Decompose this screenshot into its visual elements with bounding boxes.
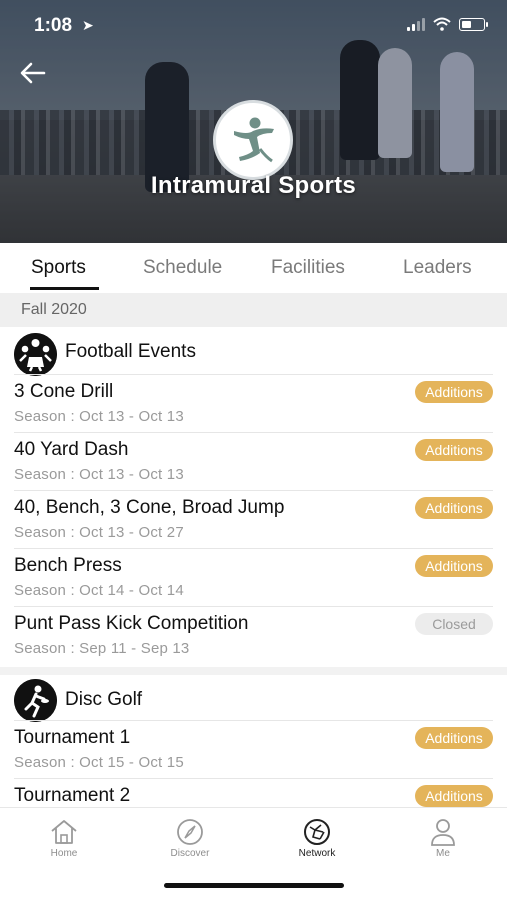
tab-facilities[interactable]: Facilities [271,257,345,279]
event-season: Season : Oct 13 - Oct 27 [14,524,184,541]
status-time: 1:08 [34,15,73,36]
compass-icon [177,819,203,845]
season-header: Fall 2020 [0,293,507,327]
location-arrow-icon: ➤ [82,17,94,33]
nav-label: Network [298,848,336,859]
sports-list: Football Events 3 Cone Drill Season : Oc… [0,327,507,807]
list-item[interactable]: Tournament 1 Season : Oct 15 - Oct 15 Ad… [0,721,507,779]
back-button[interactable] [18,58,52,90]
event-season: Season : Sep 11 - Sep 13 [14,640,190,657]
intramural-logo-icon [223,110,283,170]
nav-me[interactable]: Me [403,818,483,859]
event-name: 40, Bench, 3 Cone, Broad Jump [14,497,285,518]
event-season: Season : Oct 14 - Oct 14 [14,582,184,599]
status-badge[interactable]: Additions [415,381,493,403]
network-icon [304,819,330,845]
list-item[interactable]: Bench Press Season : Oct 14 - Oct 14 Add… [0,549,507,607]
back-arrow-icon [20,62,46,84]
status-indicators [407,17,488,31]
event-name: Bench Press [14,555,122,576]
home-indicator [164,883,344,888]
user-icon [431,819,455,846]
home-icon [51,820,77,844]
group-header[interactable]: Disc Golf [0,675,507,722]
wifi-icon [433,17,451,31]
active-tab-indicator [30,287,99,290]
hero-banner: 1:08 ➤ Intramural Sports [0,0,507,243]
status-badge[interactable]: Additions [415,785,493,807]
tab-bar: Sports Schedule Facilities Leaders [0,243,507,293]
list-item[interactable]: 40 Yard Dash Season : Oct 13 - Oct 13 Ad… [0,433,507,491]
event-name: Tournament 1 [14,727,131,748]
nav-network[interactable]: Network [277,818,357,859]
tab-schedule[interactable]: Schedule [143,257,222,279]
event-season: Season : Oct 13 - Oct 13 [14,466,184,483]
status-bar: 1:08 ➤ [0,0,507,52]
group-title: Football Events [65,341,196,362]
nav-label: Home [50,848,78,859]
page-title: Intramural Sports [150,172,357,199]
group-separator [0,667,507,675]
battery-icon [459,17,488,31]
list-item[interactable]: 40, Bench, 3 Cone, Broad Jump Season : O… [0,491,507,549]
disc-golf-icon [14,679,57,722]
event-name: 3 Cone Drill [14,381,114,402]
group-header[interactable]: Football Events [0,327,507,376]
event-name: Tournament 2 [14,785,131,806]
status-badge: Closed [415,613,493,635]
nav-home[interactable]: Home [24,818,104,859]
tab-leaders[interactable]: Leaders [403,257,472,279]
sports-logo [213,100,293,180]
list-item[interactable]: Tournament 2 Additions [0,779,507,807]
event-name: Punt Pass Kick Competition [14,613,249,634]
group-title: Disc Golf [65,689,143,710]
status-badge[interactable]: Additions [415,555,493,577]
list-item[interactable]: Punt Pass Kick Competition Season : Sep … [0,607,507,665]
event-season: Season : Oct 13 - Oct 13 [14,408,184,425]
nav-discover[interactable]: Discover [150,818,230,859]
season-label: Fall 2020 [21,301,87,318]
nav-label: Discover [170,848,210,859]
nav-label: Me [436,848,450,859]
football-icon [14,333,57,376]
status-badge[interactable]: Additions [415,727,493,749]
event-season: Season : Oct 15 - Oct 15 [14,754,184,771]
status-badge[interactable]: Additions [415,497,493,519]
event-name: 40 Yard Dash [14,439,129,460]
signal-icon [407,17,425,31]
list-item[interactable]: 3 Cone Drill Season : Oct 13 - Oct 13 Ad… [0,375,507,433]
tab-sports[interactable]: Sports [31,257,86,279]
status-badge[interactable]: Additions [415,439,493,461]
